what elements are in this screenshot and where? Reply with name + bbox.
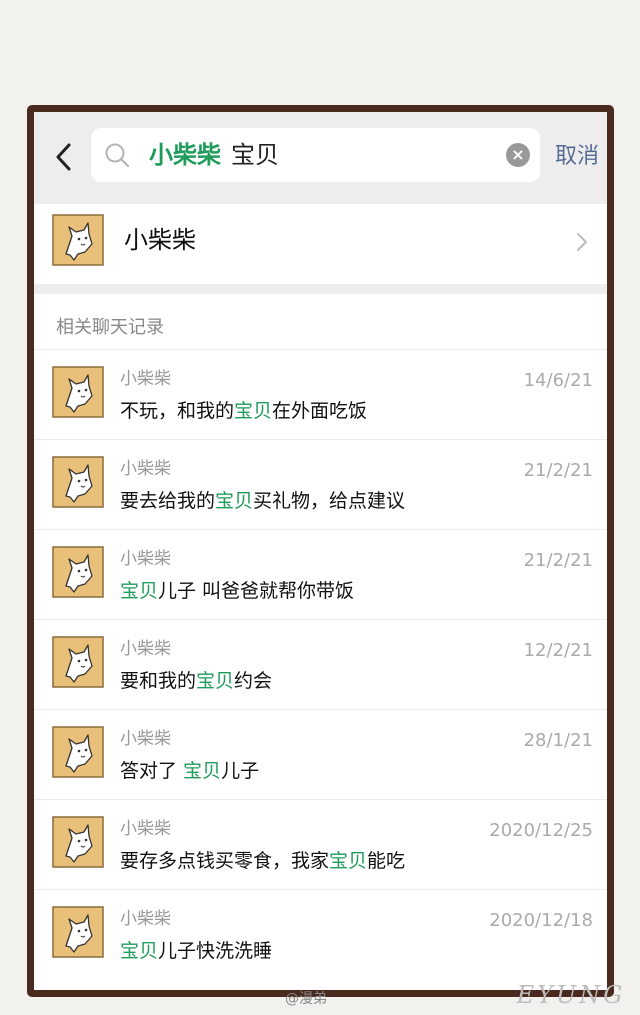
record-date: 12/2/21 [523, 640, 593, 661]
search-query: 小柴柴 宝贝 [149, 140, 279, 170]
section-title: 相关聊天记录 [56, 317, 164, 338]
chat-record-item[interactable]: 小柴柴 28/1/21 答对了 宝贝儿子 [34, 709, 607, 799]
record-message: 要去给我的宝贝买礼物，给点建议 [120, 488, 405, 514]
record-message: 要和我的宝贝约会 [120, 668, 272, 694]
message-text: 要存多点钱买零食，我家 [120, 850, 330, 872]
avatar [52, 906, 104, 958]
chat-record-item[interactable]: 小柴柴 21/2/21 宝贝儿子 叫爸爸就帮你带饭 [34, 529, 607, 619]
record-date: 21/2/21 [523, 460, 593, 481]
record-sender: 小柴柴 [120, 819, 171, 839]
record-date: 21/2/21 [523, 550, 593, 571]
search-input[interactable]: 小柴柴 宝贝 × [91, 128, 540, 182]
message-text: 儿子快洗洗睡 [158, 940, 273, 962]
record-sender: 小柴柴 [120, 549, 171, 569]
search-icon [105, 143, 130, 168]
record-message: 宝贝儿子快洗洗睡 [120, 938, 272, 964]
keyword-highlight: 宝贝 [120, 940, 159, 962]
record-sender: 小柴柴 [120, 729, 171, 749]
avatar [52, 546, 104, 598]
keyword-highlight: 宝贝 [120, 580, 159, 602]
search-query-keyword: 宝贝 [231, 141, 279, 169]
avatar [52, 456, 104, 508]
record-date: 2020/12/18 [489, 910, 593, 931]
chat-record-item[interactable]: 小柴柴 12/2/21 要和我的宝贝约会 [34, 619, 607, 709]
message-text: 儿子 [221, 760, 260, 782]
message-text: 要和我的 [120, 670, 197, 692]
phone-screen-frame: 小柴柴 宝贝 × 取消 小柴柴 相关聊天记录 小柴柴 14/6/21 不玩，和我的宝贝… [27, 105, 614, 997]
record-date: 2020/12/25 [489, 820, 593, 841]
chat-record-item[interactable]: 小柴柴 21/2/21 要去给我的宝贝买礼物，给点建议 [34, 439, 607, 529]
back-button[interactable] [50, 140, 76, 174]
chat-record-item[interactable]: 小柴柴 14/6/21 不玩，和我的宝贝在外面吃饭 [34, 349, 607, 439]
chevron-left-icon [56, 143, 71, 171]
keyword-highlight: 宝贝 [329, 850, 368, 872]
keyword-highlight: 宝贝 [234, 400, 273, 422]
message-text: 在外面吃饭 [272, 400, 368, 422]
cancel-button[interactable]: 取消 [555, 142, 599, 172]
clear-search-button[interactable]: × [506, 143, 530, 167]
keyword-highlight: 宝贝 [183, 760, 222, 782]
message-text: 要去给我的 [120, 490, 216, 512]
contact-result[interactable]: 小柴柴 [34, 204, 607, 284]
chat-records-section: 相关聊天记录 小柴柴 14/6/21 不玩，和我的宝贝在外面吃饭 小柴柴 21/2/21… [34, 294, 607, 990]
chevron-right-icon [577, 233, 587, 251]
record-sender: 小柴柴 [120, 369, 171, 389]
message-text: 约会 [234, 670, 273, 692]
chat-record-item[interactable]: 小柴柴 2020/12/18 宝贝儿子快洗洗睡 [34, 889, 607, 979]
message-text: 不玩，和我的 [120, 400, 235, 422]
record-message: 答对了 宝贝儿子 [120, 758, 259, 784]
avatar [52, 366, 104, 418]
clear-icon: × [511, 145, 525, 164]
weibo-watermark: @漫弟 [285, 991, 327, 1007]
record-sender: 小柴柴 [120, 639, 171, 659]
search-query-contact: 小柴柴 [149, 141, 221, 169]
keyword-highlight: 宝贝 [215, 490, 254, 512]
keyword-highlight: 宝贝 [196, 670, 235, 692]
chat-record-item[interactable]: 小柴柴 2020/12/25 要存多点钱买零食，我家宝贝能吃 [34, 799, 607, 889]
contact-name: 小柴柴 [124, 226, 196, 254]
record-message: 要存多点钱买零食，我家宝贝能吃 [120, 848, 405, 874]
record-sender: 小柴柴 [120, 459, 171, 479]
record-date: 28/1/21 [523, 730, 593, 751]
record-date: 14/6/21 [523, 370, 593, 391]
message-text: 儿子 叫爸爸就帮你带饭 [158, 580, 355, 602]
message-text: 答对了 [120, 760, 184, 782]
message-text: 能吃 [367, 850, 406, 872]
search-header: 小柴柴 宝贝 × 取消 [34, 112, 607, 204]
chat-record-list: 小柴柴 14/6/21 不玩，和我的宝贝在外面吃饭 小柴柴 21/2/21 要去给我的宝贝… [34, 349, 607, 979]
record-message: 不玩，和我的宝贝在外面吃饭 [120, 398, 367, 424]
logo-watermark: EYUNG [516, 981, 626, 1009]
record-sender: 小柴柴 [120, 909, 171, 929]
record-message: 宝贝儿子 叫爸爸就帮你带饭 [120, 578, 354, 604]
avatar [52, 636, 104, 688]
avatar [52, 214, 104, 266]
message-text: 买礼物，给点建议 [253, 490, 406, 512]
avatar [52, 726, 104, 778]
avatar [52, 816, 104, 868]
